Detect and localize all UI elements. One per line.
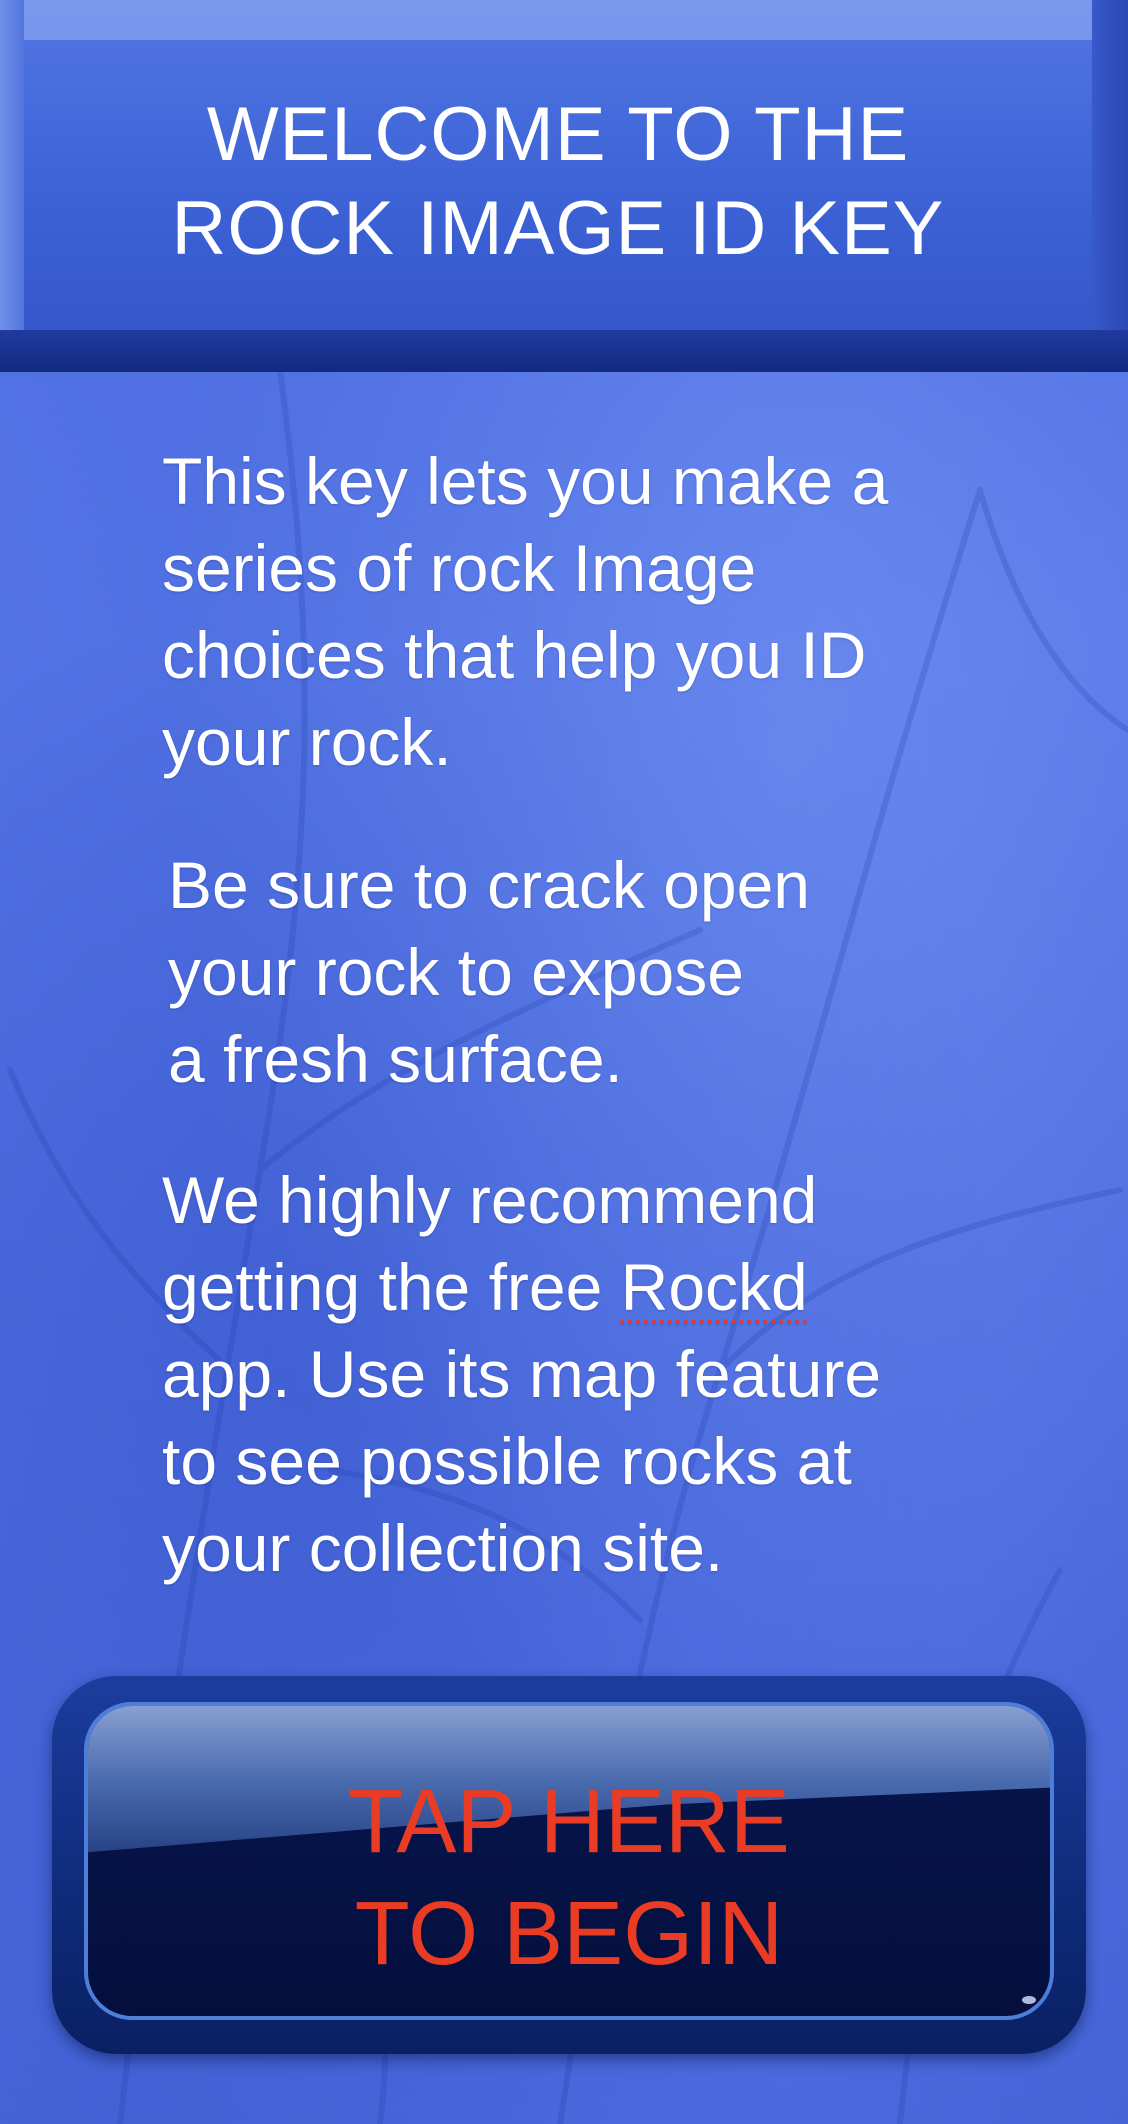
begin-button-sparkle <box>1022 1996 1036 2004</box>
header-banner: WELCOME TO THE ROCK IMAGE ID KEY <box>0 0 1128 372</box>
intro-paragraph-key-description: This key lets you make a series of rock … <box>162 444 889 779</box>
intro-paragraph-crack-rock: Be sure to crack open your rock to expos… <box>168 848 811 1096</box>
rockd-app-name: Rockd <box>620 1250 808 1324</box>
header-bevel-right <box>1092 0 1128 372</box>
begin-button[interactable]: TAP HERE TO BEGIN <box>52 1676 1086 2054</box>
page-title: WELCOME TO THE ROCK IMAGE ID KEY <box>171 92 945 271</box>
header-bevel-bottom <box>0 330 1128 372</box>
rockd-text-after: app. Use its map feature to see possible… <box>162 1337 882 1585</box>
begin-button-face[interactable]: TAP HERE TO BEGIN <box>84 1702 1054 2020</box>
intro-paragraph-rockd-recommendation: We highly recommend getting the free Roc… <box>162 1157 1082 1592</box>
header-bevel-left <box>0 0 24 372</box>
welcome-screen: WELCOME TO THE ROCK IMAGE ID KEY This ke… <box>0 0 1128 2124</box>
begin-button-gloss <box>88 1706 1050 1853</box>
